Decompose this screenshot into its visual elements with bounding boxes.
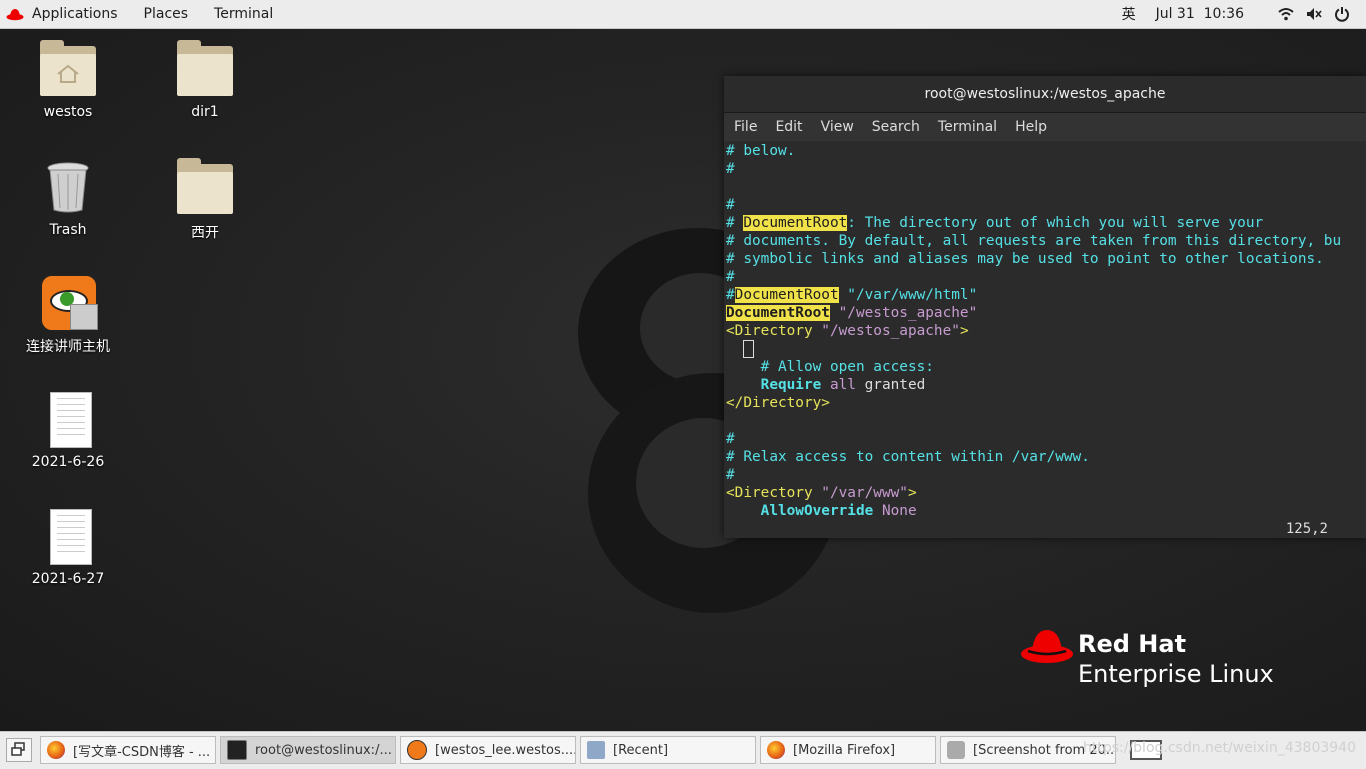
terminal-line: # bbox=[726, 197, 735, 213]
taskbar: [写文章-CSDN博客 - ... root@westoslinux:/... … bbox=[0, 731, 1366, 769]
desktop-icon-label: dir1 bbox=[191, 104, 219, 120]
terminal-menubar: File Edit View Search Terminal Help bbox=[724, 113, 1366, 141]
terminal-window[interactable]: root@westoslinux:/westos_apache File Edi… bbox=[724, 76, 1366, 538]
places-menu[interactable]: Places bbox=[144, 6, 189, 22]
desktop-icon-label: 连接讲师主机 bbox=[26, 339, 110, 355]
taskbar-item-westos-lee[interactable]: [westos_lee.westos.... bbox=[400, 736, 576, 764]
watermark-text: https://blog.csdn.net/weixin_43803940 bbox=[1082, 740, 1356, 756]
terminal-line: DocumentRoot "/westos_apache" bbox=[726, 305, 978, 321]
trash-icon bbox=[38, 158, 98, 218]
terminal-line: <Directory "/var/www"> bbox=[726, 485, 917, 501]
taskbar-item-firefox[interactable]: [Mozilla Firefox] bbox=[760, 736, 936, 764]
menu-terminal[interactable]: Terminal bbox=[938, 119, 997, 135]
terminal-line bbox=[724, 340, 1366, 358]
show-desktop-button[interactable] bbox=[6, 738, 32, 762]
desktop-icon-remote-host[interactable]: 连接讲师主机 bbox=[8, 272, 128, 356]
home-folder-icon bbox=[38, 40, 98, 100]
terminal-icon bbox=[227, 740, 247, 760]
power-icon[interactable] bbox=[1334, 6, 1350, 22]
taskbar-item-terminal[interactable]: root@westoslinux:/... bbox=[220, 736, 396, 764]
redhat-hat-icon bbox=[6, 9, 24, 21]
search-highlight: DocumentRoot bbox=[734, 287, 839, 303]
desktop-icon-doc-0626[interactable]: 2021-6-26 bbox=[8, 390, 128, 470]
menu-help[interactable]: Help bbox=[1015, 119, 1047, 135]
desktop-icon-label: 2021-6-26 bbox=[31, 454, 105, 470]
terminal-line: # bbox=[726, 431, 735, 447]
taskbar-item-recent[interactable]: [Recent] bbox=[580, 736, 756, 764]
menu-file[interactable]: File bbox=[734, 119, 757, 135]
terminal-titlebar[interactable]: root@westoslinux:/westos_apache bbox=[724, 76, 1366, 113]
desktop-icon-dir1[interactable]: dir1 bbox=[145, 40, 265, 120]
desktop-icon-label: westos bbox=[43, 104, 93, 120]
terminal-line: # documents. By default, all requests ar… bbox=[726, 233, 1342, 249]
logo-line-2: Enterprise Linux bbox=[1078, 660, 1274, 688]
desktop-icon-label: Trash bbox=[49, 222, 87, 238]
taskbar-item-csdn[interactable]: [写文章-CSDN博客 - ... bbox=[40, 736, 216, 764]
desktop-icon-trash[interactable]: Trash bbox=[8, 158, 128, 238]
terminal-line: # bbox=[726, 161, 735, 177]
windows-stack-icon bbox=[11, 742, 25, 756]
remote-viewer-icon bbox=[407, 740, 427, 760]
terminal-line: #DocumentRoot "/var/www/html" bbox=[726, 287, 978, 303]
input-method-indicator[interactable]: 英 bbox=[1122, 4, 1136, 24]
search-highlight: DocumentRoot bbox=[743, 215, 848, 231]
top-bar: Applications Places Terminal 英 Jul 31 10… bbox=[0, 0, 1366, 29]
document-icon bbox=[38, 390, 98, 450]
desktop-icon-label: 2021-6-27 bbox=[31, 571, 105, 587]
firefox-icon bbox=[767, 741, 785, 759]
clock[interactable]: Jul 31 10:36 bbox=[1156, 6, 1244, 22]
menu-search[interactable]: Search bbox=[872, 119, 920, 135]
terminal-line: Require all granted bbox=[726, 377, 926, 393]
terminal-line: # DocumentRoot: The directory out of whi… bbox=[726, 215, 1264, 231]
terminal-line: # bbox=[726, 269, 735, 285]
volume-muted-icon[interactable] bbox=[1306, 7, 1322, 21]
redhat-hat-icon bbox=[1021, 630, 1073, 663]
terminal-text-area[interactable]: # below. # # # DocumentRoot: The directo… bbox=[724, 142, 1366, 538]
wifi-icon[interactable] bbox=[1278, 7, 1294, 21]
menu-view[interactable]: View bbox=[821, 119, 854, 135]
terminal-line: AllowOverride None bbox=[726, 503, 917, 519]
remote-desktop-icon bbox=[38, 272, 98, 332]
desktop-icon-doc-0627[interactable]: 2021-6-27 bbox=[8, 507, 128, 587]
firefox-icon bbox=[47, 741, 65, 759]
files-icon bbox=[587, 741, 605, 759]
menu-edit[interactable]: Edit bbox=[775, 119, 802, 135]
folder-icon bbox=[175, 158, 235, 218]
terminal-line: <Directory "/westos_apache"> bbox=[726, 323, 969, 339]
redhat-logo: Red Hat Enterprise Linux bbox=[1018, 624, 1298, 694]
terminal-app-menu[interactable]: Terminal bbox=[214, 6, 273, 22]
text-cursor bbox=[743, 340, 755, 358]
terminal-line: # symbolic links and aliases may be used… bbox=[726, 251, 1324, 267]
terminal-line: # bbox=[726, 467, 735, 483]
terminal-line: </Directory> bbox=[726, 395, 830, 411]
applications-menu[interactable]: Applications bbox=[32, 6, 118, 22]
terminal-title: root@westoslinux:/westos_apache bbox=[924, 86, 1166, 102]
terminal-line: # below. bbox=[726, 143, 796, 159]
screenshot-icon bbox=[947, 741, 965, 759]
folder-icon bbox=[175, 40, 235, 100]
terminal-line: # Allow open access: bbox=[726, 359, 934, 375]
desktop-icon-xikai[interactable]: 西开 bbox=[145, 158, 265, 242]
desktop-icon-label: 西开 bbox=[191, 225, 219, 241]
search-highlight: DocumentRoot bbox=[726, 305, 830, 321]
cursor-position-indicator: 125,2 bbox=[1285, 521, 1328, 537]
document-icon bbox=[38, 507, 98, 567]
desktop-icon-westos[interactable]: westos bbox=[8, 40, 128, 120]
terminal-line: # Relax access to content within /var/ww… bbox=[726, 449, 1090, 465]
logo-line-1: Red Hat bbox=[1078, 630, 1187, 658]
